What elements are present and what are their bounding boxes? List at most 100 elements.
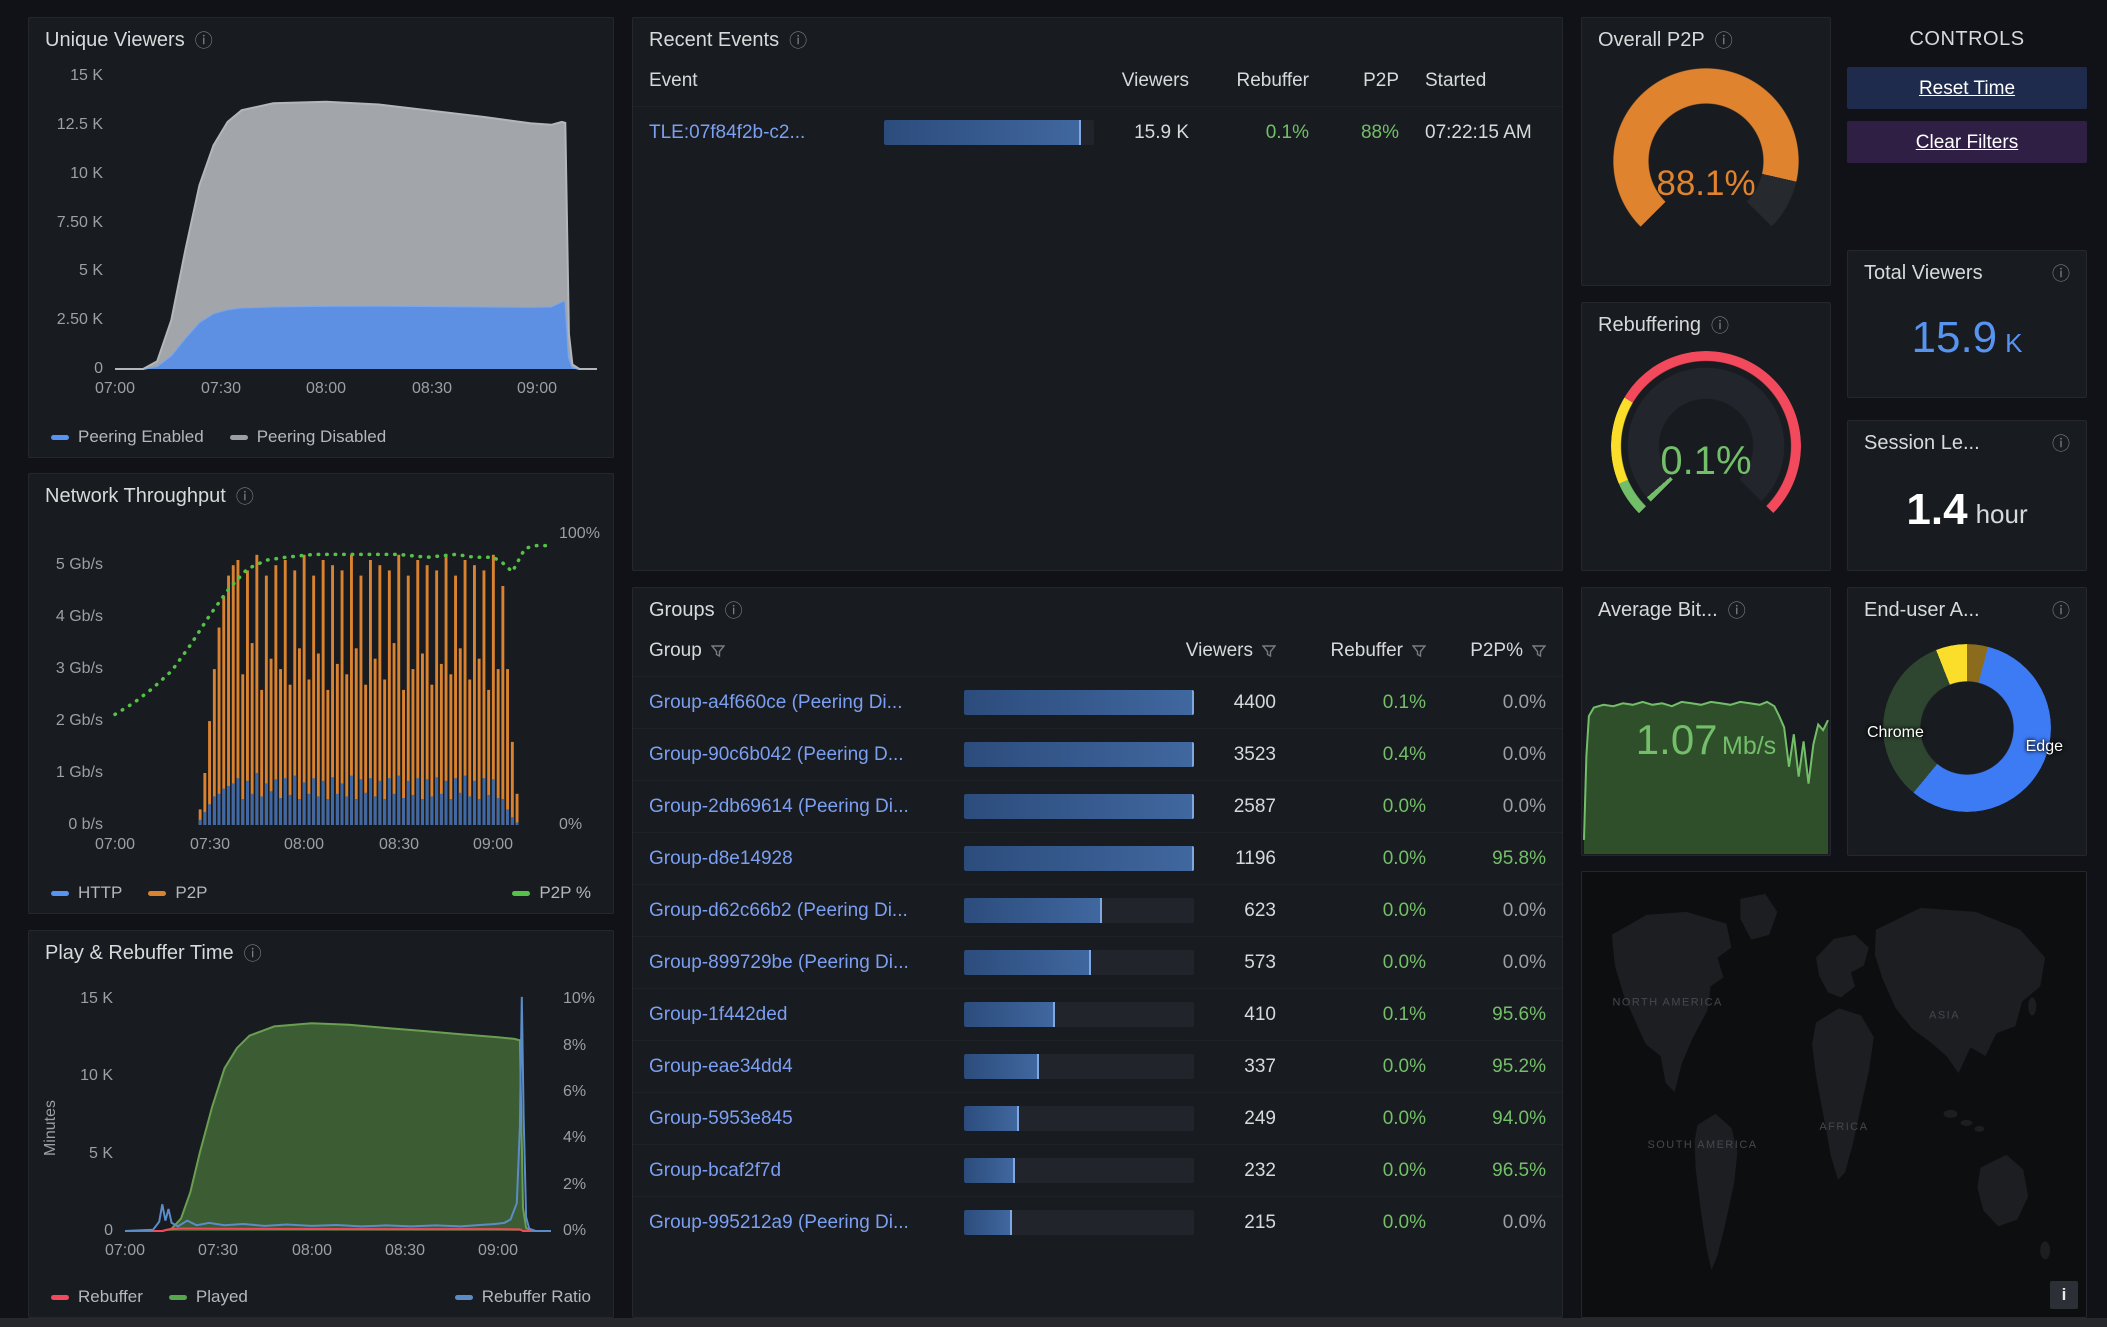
group-link[interactable]: Group-2db69614 (Peering Di...	[649, 796, 909, 818]
group-link[interactable]: Group-995212a9 (Peering Di...	[649, 1212, 909, 1234]
panel-title: Groups	[649, 599, 715, 622]
info-icon[interactable]: ⓘ	[236, 488, 254, 506]
filter-icon[interactable]	[1412, 644, 1426, 658]
group-p2p-value: 95.6%	[1426, 1004, 1546, 1026]
legend-swatch	[169, 1295, 187, 1300]
column-header-event[interactable]: Event	[649, 70, 884, 92]
group-link[interactable]: Group-1f442ded	[649, 1004, 787, 1026]
y-axis-tick: 10 K	[70, 164, 103, 183]
filter-icon[interactable]	[1262, 644, 1276, 658]
panel-header: Groups ⓘ	[633, 588, 1562, 626]
info-icon[interactable]: ⓘ	[789, 32, 807, 50]
panel-header: Total Viewers ⓘ	[1848, 251, 2086, 289]
legend-item-played[interactable]: Played	[169, 1287, 248, 1307]
legend-item-p2p-percent[interactable]: P2P %	[512, 883, 591, 903]
info-icon[interactable]: ⓘ	[244, 945, 262, 963]
y-axis-tick: 6%	[563, 1082, 586, 1101]
info-icon[interactable]: ⓘ	[2052, 265, 2070, 283]
group-link[interactable]: Group-d8e14928	[649, 848, 793, 870]
column-header-viewers[interactable]: Viewers	[884, 70, 1189, 92]
legend-item-rebuffer[interactable]: Rebuffer	[51, 1287, 143, 1307]
group-link[interactable]: Group-899729be (Peering Di...	[649, 952, 909, 974]
group-rebuffer-value: 0.1%	[1276, 692, 1426, 714]
group-viewers-value: 4400	[1206, 692, 1276, 714]
legend-label: HTTP	[78, 883, 122, 903]
legend-item-peering-disabled[interactable]: Peering Disabled	[230, 427, 386, 447]
x-axis-tick: 08:00	[284, 835, 324, 854]
group-link[interactable]: Group-5953e845	[649, 1108, 793, 1130]
group-row: Group-d8e14928 1196 0.0% 95.8%	[633, 832, 1562, 884]
info-icon[interactable]: ⓘ	[1711, 317, 1729, 335]
group-rebuffer-value: 0.0%	[1276, 1108, 1426, 1130]
panel-header: Play & Rebuffer Time ⓘ	[29, 931, 613, 969]
legend-swatch	[51, 891, 69, 896]
panel-header: Unique Viewers ⓘ	[29, 18, 613, 56]
group-p2p-value: 0.0%	[1426, 744, 1546, 766]
panel-session-length: Session Le... ⓘ 1.4 hour	[1847, 420, 2087, 571]
group-p2p-value: 96.5%	[1426, 1160, 1546, 1182]
legend-item-peering-enabled[interactable]: Peering Enabled	[51, 427, 204, 447]
legend-swatch	[148, 891, 166, 896]
column-header-group[interactable]: Group	[649, 640, 964, 662]
column-header-p2p[interactable]: P2P	[1309, 70, 1399, 92]
group-link[interactable]: Group-bcaf2f7d	[649, 1160, 781, 1182]
legend-item-http[interactable]: HTTP	[51, 883, 122, 903]
group-p2p-value: 94.0%	[1426, 1108, 1546, 1130]
filter-icon[interactable]	[711, 644, 725, 658]
legend-item-rebuffer-ratio[interactable]: Rebuffer Ratio	[455, 1287, 591, 1307]
group-link[interactable]: Group-d62c66b2 (Peering Di...	[649, 900, 908, 922]
column-label: Rebuffer	[1330, 640, 1403, 662]
event-p2p-value: 88%	[1309, 122, 1399, 144]
group-p2p-value: 95.2%	[1426, 1056, 1546, 1078]
x-axis-tick: 08:30	[412, 379, 452, 398]
group-link[interactable]: Group-90c6b042 (Peering D...	[649, 744, 904, 766]
legend-label: Peering Enabled	[78, 427, 204, 447]
groups-table-header: Group Viewers Rebuffer P2P%	[633, 626, 1562, 676]
panel-title: End-user A...	[1864, 599, 1980, 622]
group-row: Group-2db69614 (Peering Di... 2587 0.0% …	[633, 780, 1562, 832]
panel-header: Average Bit... ⓘ	[1582, 588, 1830, 626]
reset-time-button[interactable]: Reset Time	[1847, 67, 2087, 109]
column-header-rebuffer[interactable]: Rebuffer	[1189, 70, 1309, 92]
x-axis-tick: 09:00	[473, 835, 513, 854]
info-icon[interactable]: ⓘ	[1728, 602, 1746, 620]
y-axis-tick: 10%	[563, 989, 595, 1008]
legend-item-p2p[interactable]: P2P	[148, 883, 207, 903]
donut-label-edge: Edge	[2026, 738, 2063, 756]
map-attribution-button[interactable]: i	[2050, 1281, 2078, 1309]
group-link[interactable]: Group-a4f660ce (Peering Di...	[649, 692, 902, 714]
group-rebuffer-value: 0.1%	[1276, 1004, 1426, 1026]
info-icon[interactable]: ⓘ	[2052, 435, 2070, 453]
group-row: Group-eae34dd4 337 0.0% 95.2%	[633, 1040, 1562, 1092]
chart-legend: HTTP P2P P2P %	[51, 883, 591, 903]
group-link[interactable]: Group-eae34dd4	[649, 1056, 793, 1078]
group-viewers-value: 337	[1206, 1056, 1276, 1078]
event-started-value: 07:22:15 AM	[1399, 122, 1546, 144]
group-viewers-value: 1196	[1206, 848, 1276, 870]
filter-icon[interactable]	[1532, 644, 1546, 658]
event-link[interactable]: TLE:07f84f2b-c2...	[649, 122, 805, 144]
column-header-p2p-percent[interactable]: P2P%	[1426, 640, 1546, 662]
info-icon[interactable]: ⓘ	[2052, 602, 2070, 620]
x-axis-tick: 09:00	[517, 379, 557, 398]
info-icon[interactable]: ⓘ	[1715, 32, 1733, 50]
group-row: Group-90c6b042 (Peering D... 3523 0.4% 0…	[633, 728, 1562, 780]
group-viewers-value: 249	[1206, 1108, 1276, 1130]
column-header-rebuffer[interactable]: Rebuffer	[1276, 640, 1426, 662]
chart-legend: Rebuffer Played Rebuffer Ratio	[51, 1287, 591, 1307]
panel-network-throughput: Network Throughput ⓘ 0 b/s1 Gb/s2 Gb/s3 …	[28, 473, 614, 914]
column-header-viewers[interactable]: Viewers	[964, 640, 1276, 662]
chart-canvas	[29, 66, 613, 403]
group-viewers-bar	[964, 742, 1194, 767]
group-viewers-bar	[964, 846, 1194, 871]
info-icon[interactable]: ⓘ	[725, 602, 743, 620]
info-icon[interactable]: ⓘ	[195, 32, 213, 50]
panel-header: Recent Events ⓘ	[633, 18, 1562, 56]
x-axis-tick: 07:30	[190, 835, 230, 854]
horizontal-scrollbar[interactable]	[0, 1318, 2107, 1327]
legend-swatch	[230, 435, 248, 440]
panel-title: Overall P2P	[1598, 29, 1705, 52]
clear-filters-button[interactable]: Clear Filters	[1847, 121, 2087, 163]
column-header-started[interactable]: Started	[1399, 70, 1546, 92]
y-axis-tick: 0%	[559, 815, 582, 834]
